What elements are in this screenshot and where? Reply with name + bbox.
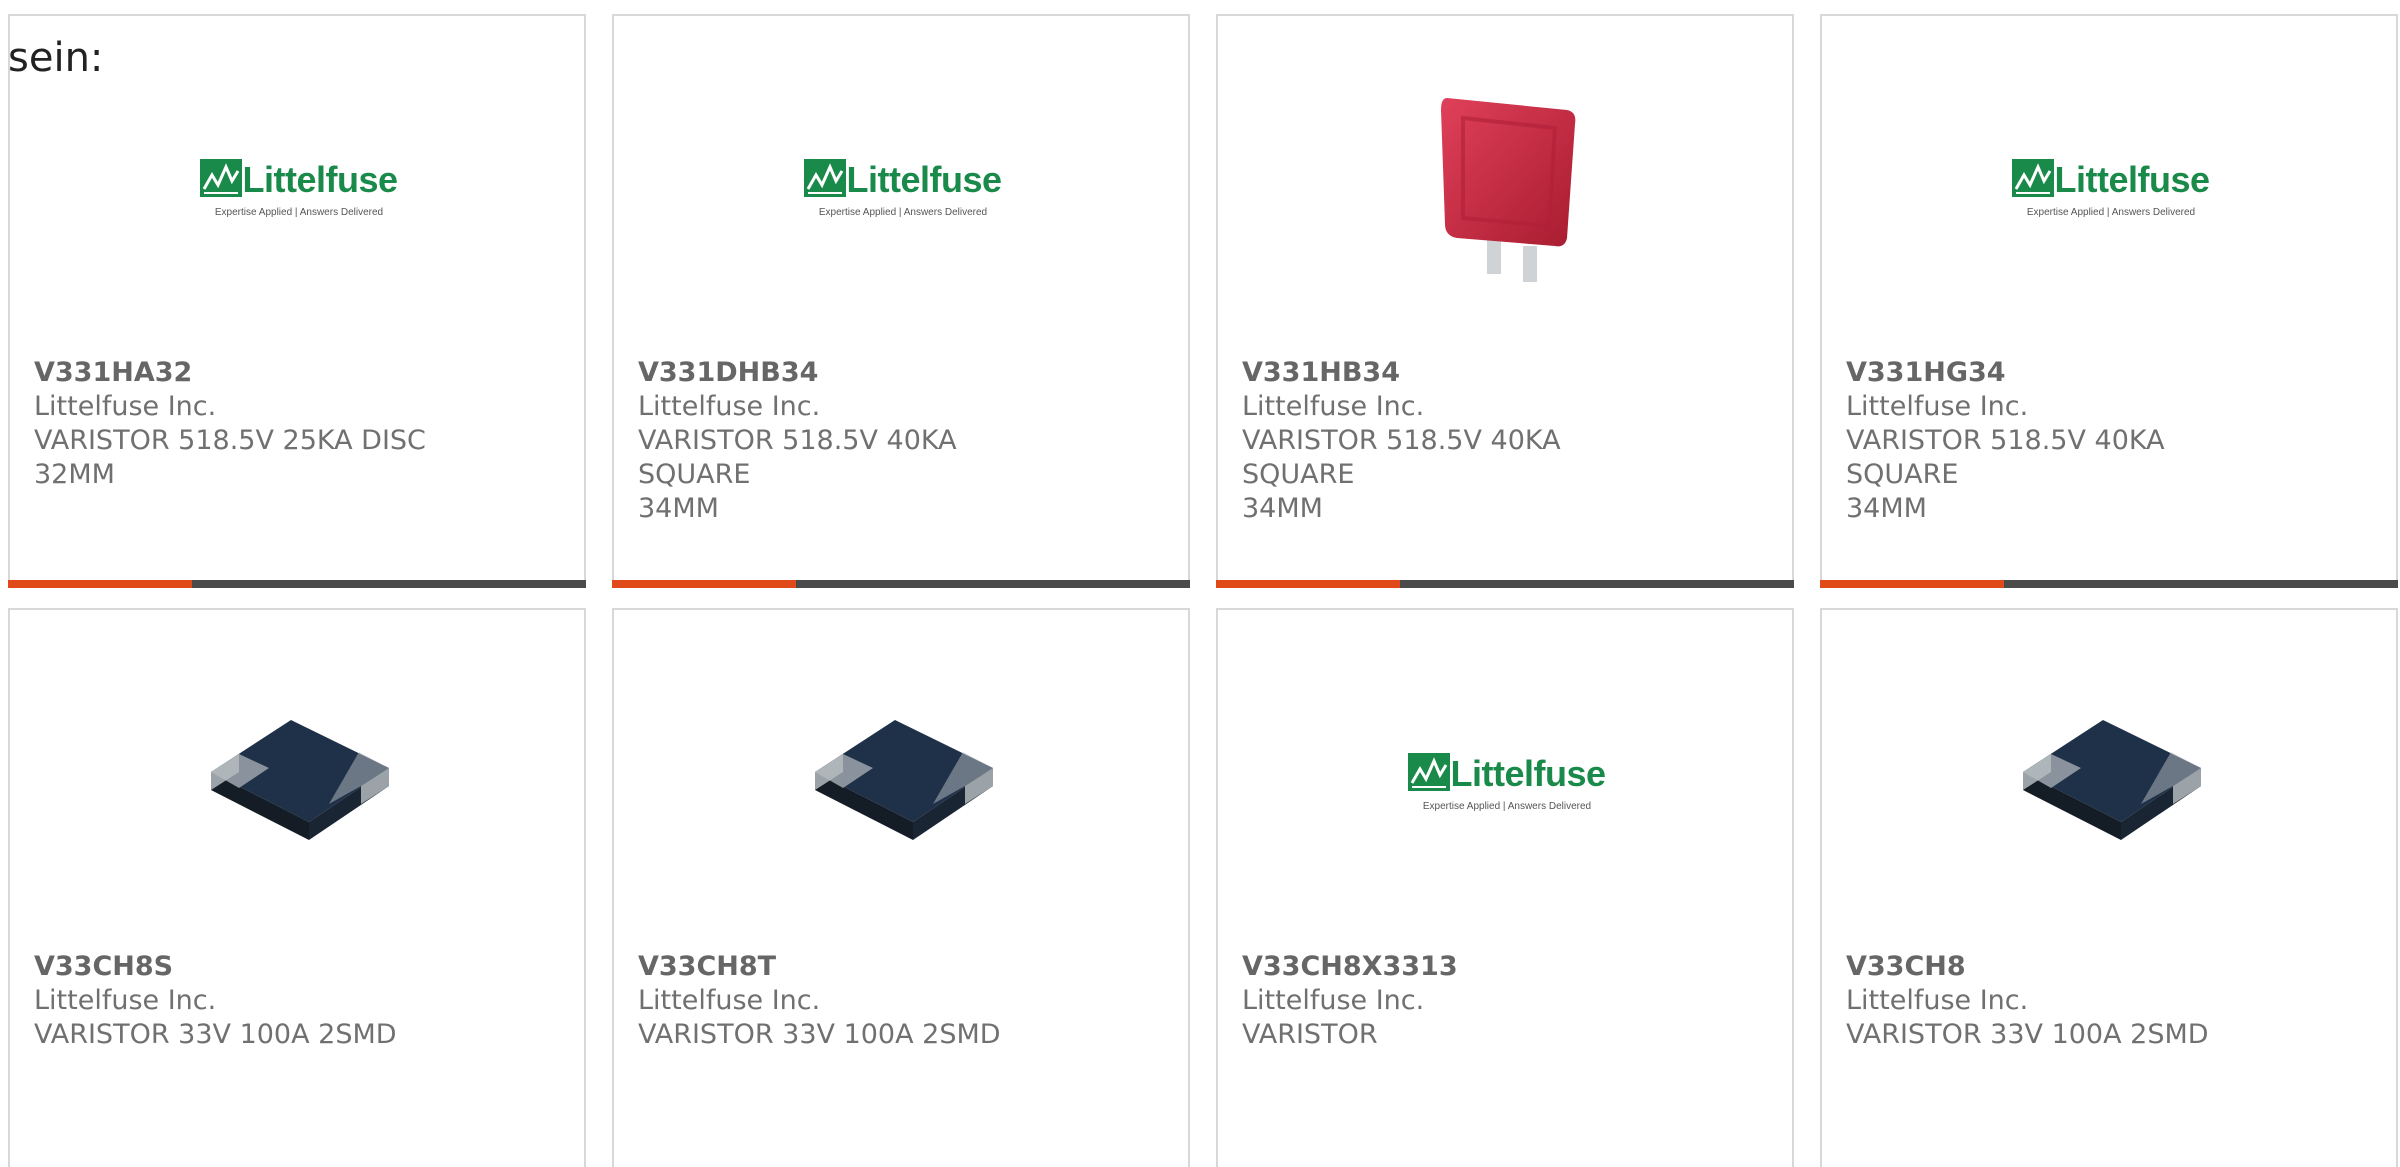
description-line-2: 34MM (1242, 493, 1323, 524)
part-number-link[interactable]: V33CH8T (638, 950, 1058, 984)
product-card[interactable]: Littelfuse Expertise Applied | Answers D… (1820, 14, 2398, 588)
product-image[interactable]: Littelfuse Expertise Applied | Answers D… (801, 86, 1005, 290)
logo-tagline: Expertise Applied | Answers Delivered (818, 206, 988, 218)
product-image[interactable] (197, 680, 401, 884)
card-accent-bar (8, 580, 192, 588)
description-line-2: 34MM (1846, 493, 1927, 524)
manufacturer: Littelfuse Inc. (34, 391, 217, 422)
part-number-link[interactable]: V33CH8S (34, 950, 454, 984)
part-number-link[interactable]: V33CH8X3313 (1242, 950, 1662, 984)
product-info: V33CH8X3313 Littelfuse Inc. VARISTOR (1242, 950, 1662, 1052)
product-card[interactable]: V33CH8 Littelfuse Inc. VARISTOR 33V 100A… (1820, 608, 2398, 1167)
description-line-1: VARISTOR 518.5V 40KA SQUARE (1846, 425, 2165, 490)
product-info: V33CH8 Littelfuse Inc. VARISTOR 33V 100A… (1846, 950, 2266, 1052)
product-info: V331HA32 Littelfuse Inc. VARISTOR 518.5V… (34, 356, 454, 492)
red-square-varistor-image (1441, 98, 1576, 282)
description-line-1: VARISTOR 33V 100A 2SMD (638, 1019, 1001, 1050)
card-accent-bar (612, 580, 796, 588)
product-image[interactable]: Littelfuse Expertise Applied | Answers D… (2009, 86, 2213, 290)
card-accent-bar (1820, 580, 2004, 588)
littelfuse-logo: Littelfuse Expertise Applied | Answers D… (804, 158, 1002, 218)
logo-wordmark: Littelfuse (846, 158, 1002, 200)
smd-chip-image (2023, 720, 2201, 840)
logo-wordmark: Littelfuse (2054, 158, 2210, 200)
logo-tagline: Expertise Applied | Answers Delivered (2026, 206, 2196, 218)
logo-wordmark: Littelfuse (1450, 752, 1606, 794)
logo-tagline: Expertise Applied | Answers Delivered (1422, 800, 1592, 812)
manufacturer: Littelfuse Inc. (638, 391, 821, 422)
description-line-1: VARISTOR (1242, 1019, 1378, 1050)
manufacturer: Littelfuse Inc. (34, 985, 217, 1016)
smd-chip-image (815, 720, 993, 840)
card-accent-bar (1216, 580, 1400, 588)
product-card[interactable]: V331HB34 Littelfuse Inc. VARISTOR 518.5V… (1216, 14, 1794, 588)
littelfuse-mark-icon (1408, 752, 1451, 795)
part-number-link[interactable]: V331DHB34 (638, 356, 1058, 390)
littelfuse-logo: Littelfuse Expertise Applied | Answers D… (2012, 158, 2210, 218)
description-line-1: VARISTOR 518.5V 40KA SQUARE (638, 425, 957, 490)
description-line-1: VARISTOR 33V 100A 2SMD (1846, 1019, 2209, 1050)
product-info: V33CH8T Littelfuse Inc. VARISTOR 33V 100… (638, 950, 1058, 1052)
page: sein: Littelfuse Expertise Applied | Ans… (0, 0, 2400, 1167)
product-card[interactable]: Littelfuse Expertise Applied | Answers D… (1216, 608, 1794, 1167)
manufacturer: Littelfuse Inc. (1242, 391, 1425, 422)
part-number-link[interactable]: V331HA32 (34, 356, 454, 390)
smd-chip-image (211, 720, 389, 840)
product-info: V33CH8S Littelfuse Inc. VARISTOR 33V 100… (34, 950, 454, 1052)
product-info: V331DHB34 Littelfuse Inc. VARISTOR 518.5… (638, 356, 1058, 526)
description-line-1: VARISTOR 33V 100A 2SMD (34, 1019, 397, 1050)
product-card[interactable]: V33CH8S Littelfuse Inc. VARISTOR 33V 100… (8, 608, 586, 1167)
product-grid: Littelfuse Expertise Applied | Answers D… (8, 14, 2400, 1167)
description-line-1: VARISTOR 518.5V 25KA DISC (34, 425, 426, 456)
part-number-link[interactable]: V33CH8 (1846, 950, 2266, 984)
card-bottom-bar (1216, 580, 1794, 588)
product-image[interactable] (801, 680, 1005, 884)
littelfuse-logo: Littelfuse Expertise Applied | Answers D… (200, 158, 398, 218)
part-number-link[interactable]: V331HB34 (1242, 356, 1662, 390)
part-number-link[interactable]: V331HG34 (1846, 356, 2266, 390)
manufacturer: Littelfuse Inc. (1846, 391, 2029, 422)
product-image[interactable] (2009, 680, 2213, 884)
logo-wordmark: Littelfuse (242, 158, 398, 200)
product-card[interactable]: V33CH8T Littelfuse Inc. VARISTOR 33V 100… (612, 608, 1190, 1167)
product-info: V331HG34 Littelfuse Inc. VARISTOR 518.5V… (1846, 356, 2266, 526)
card-bottom-bar (1820, 580, 2398, 588)
littelfuse-mark-icon (2012, 158, 2055, 201)
product-card[interactable]: Littelfuse Expertise Applied | Answers D… (612, 14, 1190, 588)
manufacturer: Littelfuse Inc. (1846, 985, 2029, 1016)
manufacturer: Littelfuse Inc. (638, 985, 821, 1016)
description-line-1: VARISTOR 518.5V 40KA SQUARE (1242, 425, 1561, 490)
product-image[interactable] (1405, 86, 1609, 290)
manufacturer: Littelfuse Inc. (1242, 985, 1425, 1016)
littelfuse-mark-icon (804, 158, 847, 201)
littelfuse-mark-icon (200, 158, 243, 201)
product-image[interactable]: Littelfuse Expertise Applied | Answers D… (197, 86, 401, 290)
description-line-2: 32MM (34, 459, 115, 490)
littelfuse-logo: Littelfuse Expertise Applied | Answers D… (1408, 752, 1606, 812)
product-card[interactable]: Littelfuse Expertise Applied | Answers D… (8, 14, 586, 588)
intro-text: sein: (8, 35, 104, 81)
card-bottom-bar (8, 580, 586, 588)
card-bottom-bar (612, 580, 1190, 588)
description-line-2: 34MM (638, 493, 719, 524)
logo-tagline: Expertise Applied | Answers Delivered (214, 206, 384, 218)
product-info: V331HB34 Littelfuse Inc. VARISTOR 518.5V… (1242, 356, 1662, 526)
product-image[interactable]: Littelfuse Expertise Applied | Answers D… (1405, 680, 1609, 884)
